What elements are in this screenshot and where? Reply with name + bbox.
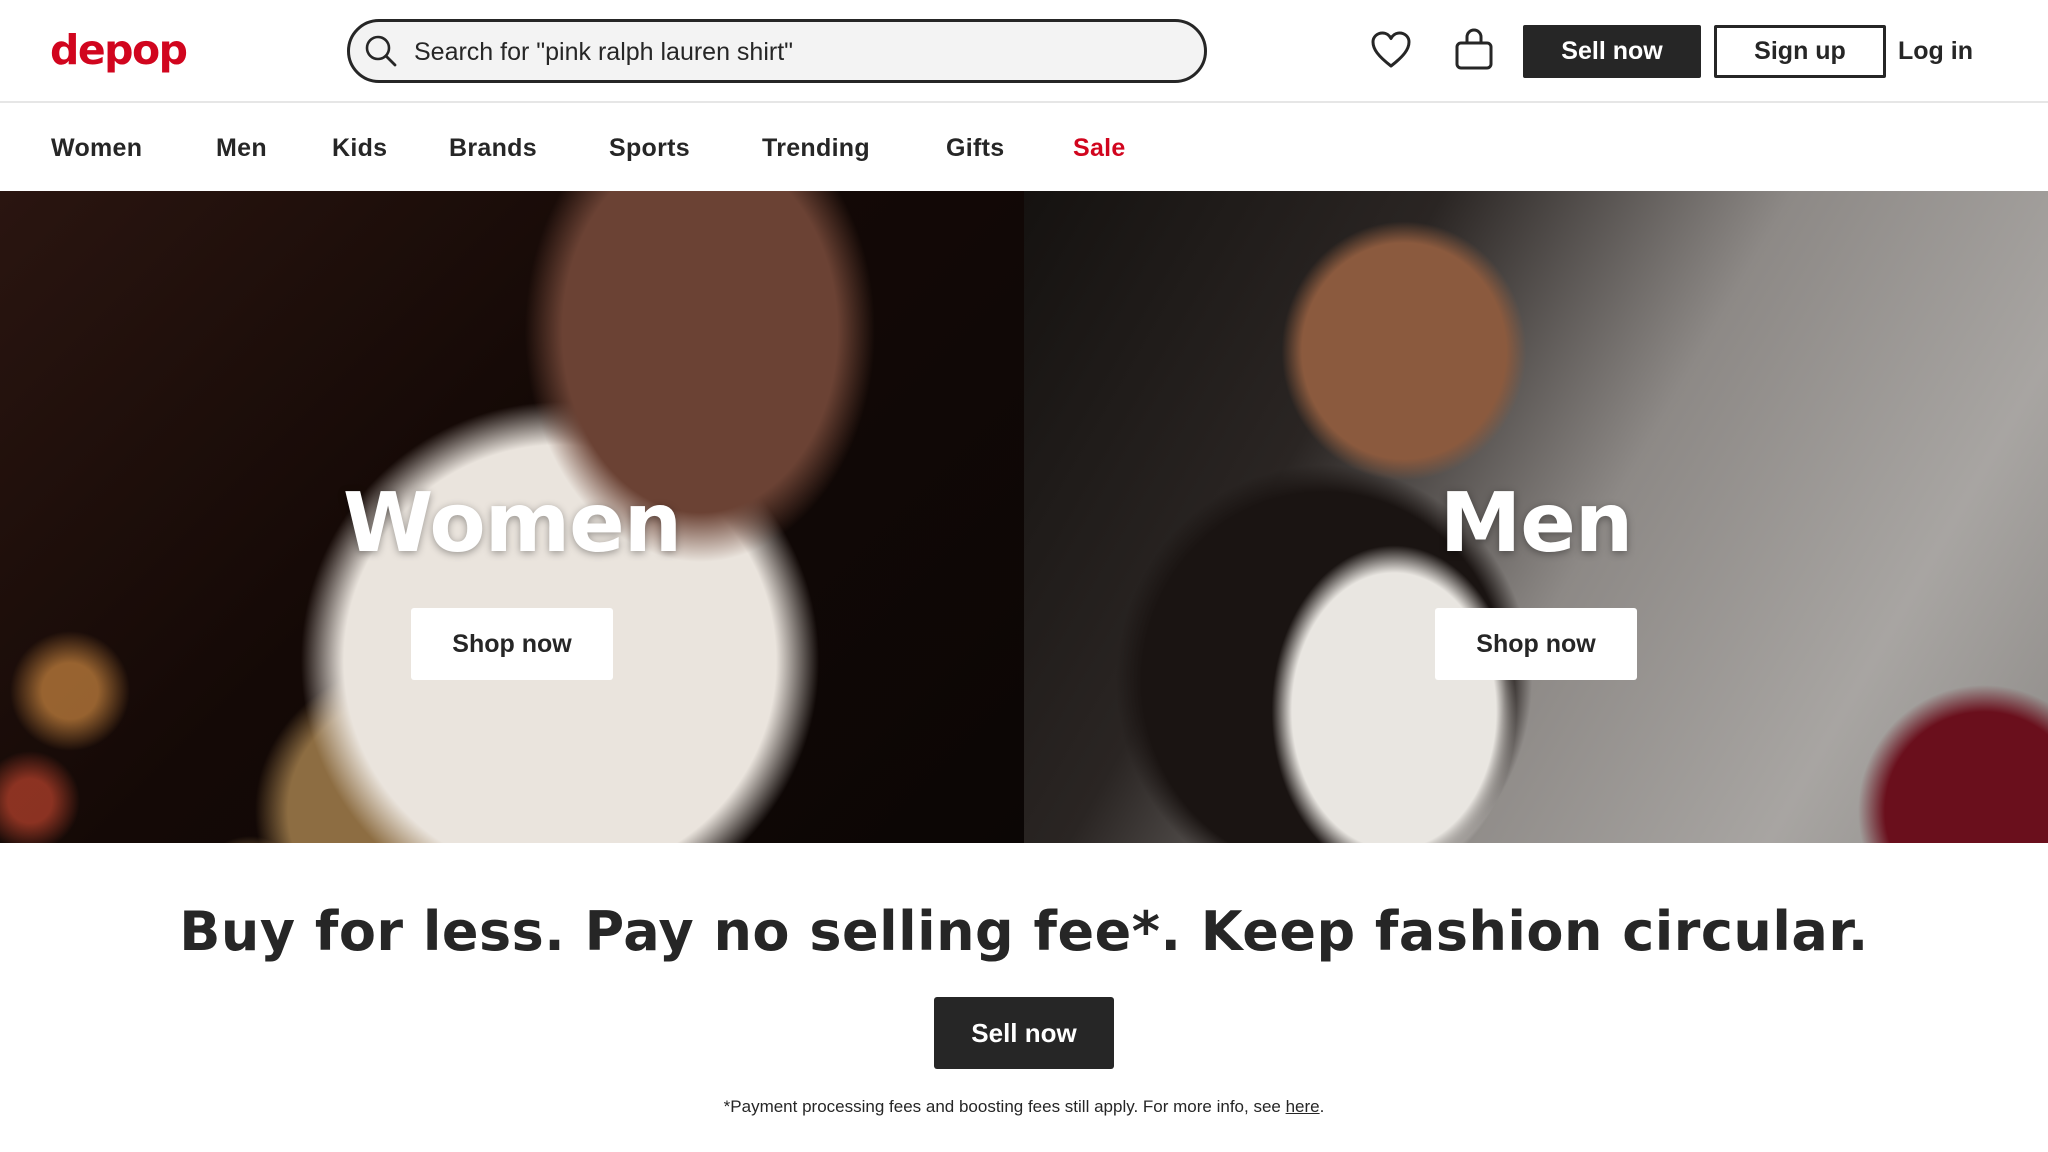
bag-icon[interactable] (1454, 27, 1494, 71)
nav-item-men[interactable]: Men (216, 130, 267, 166)
promo-sell-now-button[interactable]: Sell now (934, 997, 1114, 1069)
footnote-text: *Payment processing fees and boosting fe… (723, 1097, 1286, 1116)
footnote-end: . (1319, 1097, 1325, 1116)
hero-women[interactable]: Women Shop now (0, 191, 1024, 843)
search-bar[interactable] (347, 19, 1207, 83)
promo-headline: Buy for less. Pay no selling fee*. Keep … (179, 900, 1869, 963)
search-icon (365, 35, 397, 67)
fees-footnote: *Payment processing fees and boosting fe… (0, 1095, 2048, 1119)
shop-women-button[interactable]: Shop now (411, 608, 613, 680)
nav-item-kids[interactable]: Kids (332, 130, 387, 166)
heart-icon[interactable] (1370, 30, 1412, 70)
hero-women-title: Women (342, 476, 682, 571)
nav-item-trending[interactable]: Trending (762, 130, 870, 166)
nav-item-brands[interactable]: Brands (449, 130, 537, 166)
search-input[interactable] (414, 31, 1174, 73)
sell-now-button[interactable]: Sell now (1523, 25, 1701, 78)
hero-men[interactable]: Men Shop now (1024, 191, 2048, 843)
footnote-here-link[interactable]: here (1286, 1097, 1320, 1116)
nav-item-sports[interactable]: Sports (609, 130, 690, 166)
depop-logo[interactable]: depop (50, 24, 188, 76)
category-nav: Women Men Kids Brands Sports Trending Gi… (0, 104, 2048, 190)
sign-up-button[interactable]: Sign up (1714, 25, 1886, 78)
nav-item-gifts[interactable]: Gifts (946, 130, 1004, 166)
hero-men-title: Men (1439, 476, 1634, 571)
site-header: depop Sell now Sign up Log in (0, 0, 2048, 103)
log-in-link[interactable]: Log in (1898, 33, 1973, 69)
nav-item-sale[interactable]: Sale (1073, 130, 1126, 166)
nav-item-women[interactable]: Women (51, 130, 142, 166)
shop-men-button[interactable]: Shop now (1435, 608, 1637, 680)
